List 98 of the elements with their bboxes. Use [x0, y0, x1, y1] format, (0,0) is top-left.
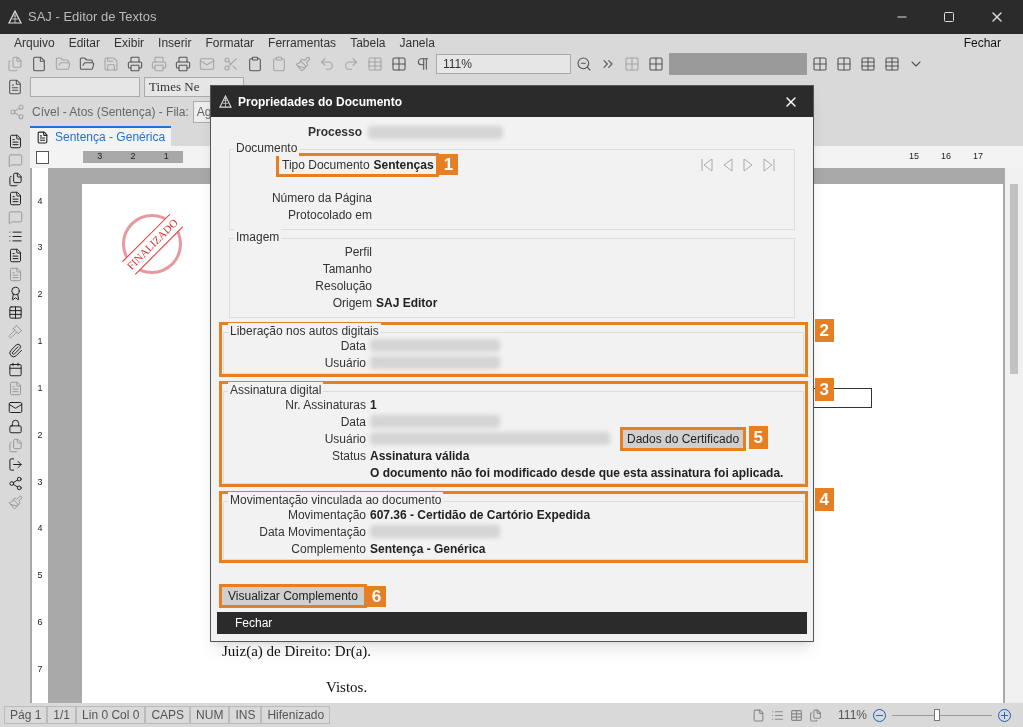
status-cell: CAPS: [145, 706, 191, 724]
menu-item[interactable]: Formatar: [205, 34, 255, 52]
logo-icon: [8, 10, 22, 24]
sidebar-tool-icon[interactable]: [7, 362, 23, 377]
ruler-number: 7: [37, 662, 43, 676]
callout-number: 5: [748, 426, 769, 449]
ruler-number: 1: [163, 150, 169, 164]
view-mode-icon[interactable]: [752, 708, 766, 722]
ruler-number: 4: [37, 522, 43, 536]
zoom-level: 111%: [838, 707, 867, 724]
field-value: Assinatura válida: [370, 447, 470, 465]
certificate-button[interactable]: Dados do Certificado: [620, 426, 747, 451]
field-label: Usuário: [323, 430, 366, 448]
status-cell: INS: [229, 706, 262, 724]
sidebar-tool-icon[interactable]: [7, 134, 23, 149]
ruler-number: 6: [37, 615, 43, 629]
document-icon: [36, 130, 49, 144]
view-mode-icon[interactable]: [809, 708, 823, 722]
scrollbar[interactable]: [1005, 168, 1023, 703]
view-mode-icon[interactable]: [790, 708, 804, 722]
ruler-number: 3: [97, 150, 103, 164]
field-value: Sentenças: [373, 156, 434, 174]
sidebar-tool-icon[interactable]: [7, 191, 23, 206]
field-value: SAJ Editor: [376, 294, 438, 312]
ruler-number: 15: [908, 150, 919, 164]
status-cell: 1/1: [47, 706, 77, 724]
field-label: Número da Página: [270, 189, 372, 207]
field-value: 607.36 - Certidão de Cartório Expedida: [370, 506, 591, 524]
field-label: Perfil: [343, 243, 372, 261]
queue-label: Cível - Atos (Sentença) - Fila:: [32, 104, 189, 121]
status-cell: Lin 0 Col 0: [76, 706, 146, 724]
sidebar-tool-icon[interactable]: [7, 248, 23, 263]
view-complement-button[interactable]: Visualizar Complemento: [219, 584, 367, 608]
judge-line: Juiz(a) de Direito: Dr(a).: [222, 642, 372, 661]
group-title: Imagem: [234, 229, 282, 245]
menu-item[interactable]: Ferramentas: [268, 34, 337, 52]
field-label: Protocolado em: [286, 206, 372, 224]
ruler-number: 1: [37, 381, 43, 395]
window-title: SAJ - Editor de Textos: [28, 8, 157, 27]
slider-thumb[interactable]: [934, 709, 940, 721]
group-title: Documento: [234, 140, 300, 156]
ruler-number: 4: [37, 194, 43, 208]
field-label: Movimentação: [286, 507, 366, 524]
field-label: Origem: [331, 294, 372, 312]
ruler-number: 2: [37, 288, 43, 302]
ruler-number: 3: [37, 241, 43, 255]
sidebar-tool-icon[interactable]: [7, 419, 23, 434]
zoom-field[interactable]: 111%: [436, 54, 571, 74]
menu-item[interactable]: Editar: [68, 34, 101, 52]
sidebar-tool-icon[interactable]: [7, 229, 23, 244]
zoom-slider[interactable]: [892, 709, 992, 721]
field-value: O documento não foi modificado desde que esta assinatura foi aplicada.: [370, 464, 784, 482]
close-button[interactable]: Fechar: [235, 614, 273, 632]
sidebar-tool-icon[interactable]: [7, 305, 23, 320]
tab-stop-icon[interactable]: [36, 150, 49, 164]
group-title: Liberação nos autos digitais: [228, 323, 381, 339]
process-label: Processo: [306, 124, 362, 141]
field-label: Data Movimentação: [258, 523, 366, 541]
field-label: Usuário: [323, 354, 366, 372]
sidebar-tool-icon[interactable]: [7, 457, 23, 472]
ruler-number: 16: [940, 150, 951, 164]
field-label: Tamanho: [321, 260, 372, 278]
group-title: Assinatura digital: [228, 382, 324, 398]
field-value: Sentença - Genérica: [370, 540, 486, 558]
sidebar-tool-icon[interactable]: [7, 400, 23, 415]
field-label: Complemento: [290, 540, 366, 558]
sidebar-tool-icon[interactable]: [7, 343, 23, 358]
group-title: Movimentação vinculada ao documento: [228, 492, 444, 508]
ruler-number: 2: [37, 428, 43, 442]
menu-item[interactable]: Janela: [399, 34, 435, 52]
document-tab[interactable]: Sentença - Genérica: [30, 126, 172, 146]
ruler-number: 3: [37, 475, 43, 489]
view-mode-icon[interactable]: [771, 708, 785, 722]
logo-icon: [219, 95, 232, 108]
status-cell: NUM: [190, 706, 230, 724]
close-menu-item[interactable]: Fechar: [963, 34, 1001, 52]
menu-item[interactable]: Exibir: [114, 34, 145, 52]
ruler-number: 5: [37, 569, 43, 583]
ruler-number: 17: [973, 150, 983, 164]
ruler-number: 2: [130, 150, 136, 164]
field-label: Status: [330, 447, 366, 465]
field-label: Resolução: [314, 277, 372, 295]
menu-item[interactable]: Tabela: [350, 34, 386, 52]
status-cell: Pág 1: [4, 706, 48, 724]
field-label: Nr. Assinaturas: [284, 397, 366, 414]
field-label: Data: [339, 338, 366, 355]
body-text: Vistos.: [326, 678, 368, 697]
ruler-number: 1: [37, 335, 43, 349]
sidebar-tool-icon[interactable]: [7, 476, 23, 491]
style-field[interactable]: [30, 77, 140, 97]
status-cell: Hifenizado: [261, 706, 331, 724]
maximize-icon[interactable]: [943, 11, 955, 23]
sidebar-tool-icon[interactable]: [7, 172, 23, 187]
menu-item[interactable]: Inserir: [158, 34, 192, 52]
field-label: Data: [339, 413, 366, 431]
field-label: Tipo Documento: [282, 156, 370, 174]
field-value: 1: [370, 396, 377, 414]
menu-item[interactable]: Arquivo: [14, 34, 55, 52]
